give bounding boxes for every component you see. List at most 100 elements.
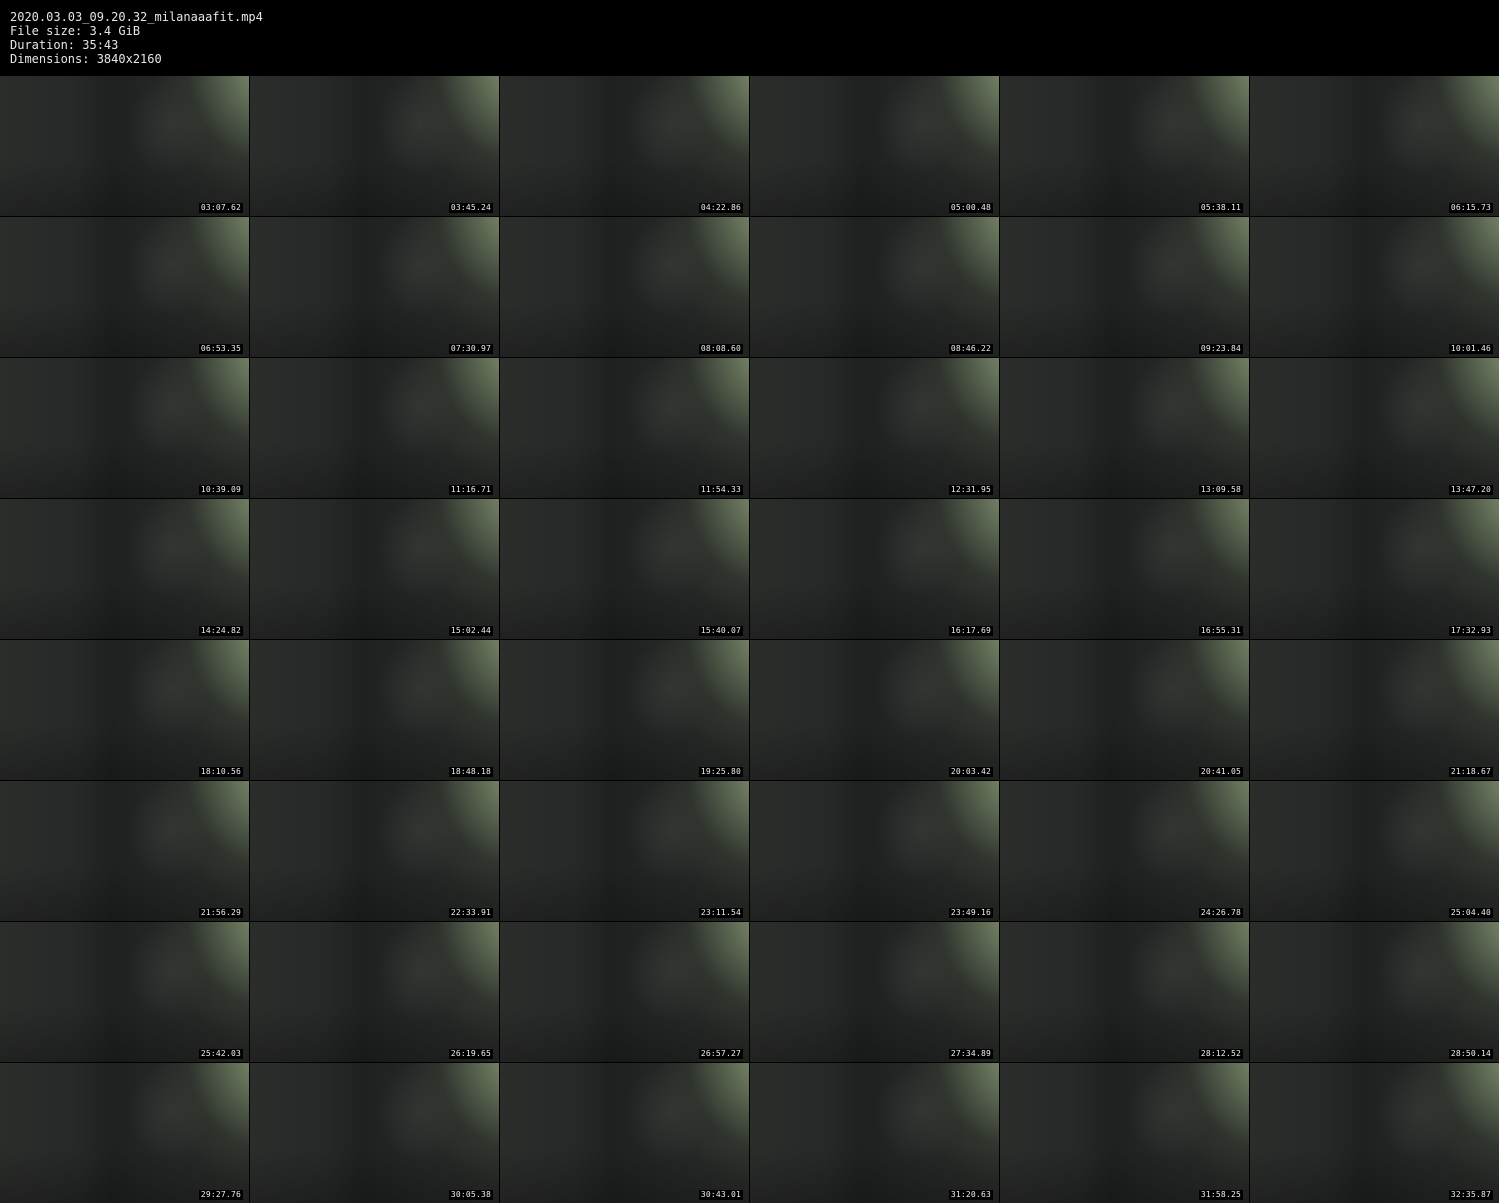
thumbnail: 24:26.78 <box>1000 781 1249 921</box>
thumbnail-timestamp: 24:26.78 <box>1198 908 1243 918</box>
thumbnail: 19:25.80 <box>500 640 749 780</box>
thumbnail-timestamp: 25:04.40 <box>1448 908 1493 918</box>
thumbnail-timestamp: 26:19.65 <box>448 1049 493 1059</box>
thumbnail-timestamp: 03:07.62 <box>198 203 243 213</box>
thumbnail: 06:15.73 <box>1250 76 1499 216</box>
thumbnail: 16:55.31 <box>1000 499 1249 639</box>
thumbnail: 12:31.95 <box>750 358 999 498</box>
thumbnail-timestamp: 05:38.11 <box>1198 203 1243 213</box>
thumbnail: 25:42.03 <box>0 922 249 1062</box>
file-name: 2020.03.03_09.20.32_milanaaafit.mp4 <box>10 10 263 24</box>
thumbnail: 26:57.27 <box>500 922 749 1062</box>
thumbnail-timestamp: 20:03.42 <box>948 767 993 777</box>
thumbnail: 07:30.97 <box>250 217 499 357</box>
thumbnail: 11:54.33 <box>500 358 749 498</box>
thumbnail: 28:12.52 <box>1000 922 1249 1062</box>
thumbnail: 03:07.62 <box>0 76 249 216</box>
thumbnail-timestamp: 27:34.89 <box>948 1049 993 1059</box>
thumbnail: 05:00.48 <box>750 76 999 216</box>
thumbnail-timestamp: 26:57.27 <box>698 1049 743 1059</box>
thumbnail-timestamp: 23:49.16 <box>948 908 993 918</box>
thumbnail: 14:24.82 <box>0 499 249 639</box>
thumbnail-timestamp: 10:01.46 <box>1448 344 1493 354</box>
thumbnail: 21:56.29 <box>0 781 249 921</box>
thumbnail-timestamp: 09:23.84 <box>1198 344 1243 354</box>
thumbnail-timestamp: 13:09.58 <box>1198 485 1243 495</box>
thumbnail-timestamp: 17:32.93 <box>1448 626 1493 636</box>
thumbnail-timestamp: 11:16.71 <box>448 485 493 495</box>
thumbnail-timestamp: 15:40.07 <box>698 626 743 636</box>
thumbnail-timestamp: 15:02.44 <box>448 626 493 636</box>
thumbnail-timestamp: 08:08.60 <box>698 344 743 354</box>
thumbnail: 31:58.25 <box>1000 1063 1249 1203</box>
thumbnail-grid: 03:07.62 03:45.24 04:22.86 05:00.48 05:38.11… <box>0 76 1499 1203</box>
thumbnail: 32:35.87 <box>1250 1063 1499 1203</box>
thumbnail-timestamp: 32:35.87 <box>1448 1190 1493 1200</box>
thumbnail: 21:18.67 <box>1250 640 1499 780</box>
thumbnail: 18:10.56 <box>0 640 249 780</box>
thumbnail-timestamp: 25:42.03 <box>198 1049 243 1059</box>
thumbnail-timestamp: 05:00.48 <box>948 203 993 213</box>
thumbnail-timestamp: 11:54.33 <box>698 485 743 495</box>
thumbnail-timestamp: 21:56.29 <box>198 908 243 918</box>
thumbnail-timestamp: 19:25.80 <box>698 767 743 777</box>
info-header: 2020.03.03_09.20.32_milanaaafit.mp4 File… <box>0 0 1499 75</box>
thumbnail-timestamp: 28:12.52 <box>1198 1049 1243 1059</box>
thumbnail: 30:05.38 <box>250 1063 499 1203</box>
thumbnail: 20:41.05 <box>1000 640 1249 780</box>
thumbnail: 30:43.01 <box>500 1063 749 1203</box>
thumbnail: 03:45.24 <box>250 76 499 216</box>
thumbnail-timestamp: 14:24.82 <box>198 626 243 636</box>
duration: Duration: 35:43 <box>10 38 119 52</box>
thumbnail: 26:19.65 <box>250 922 499 1062</box>
thumbnail: 11:16.71 <box>250 358 499 498</box>
thumbnail: 22:33.91 <box>250 781 499 921</box>
thumbnail: 10:39.09 <box>0 358 249 498</box>
thumbnail: 15:02.44 <box>250 499 499 639</box>
thumbnail-timestamp: 31:20.63 <box>948 1190 993 1200</box>
thumbnail: 16:17.69 <box>750 499 999 639</box>
thumbnail: 13:09.58 <box>1000 358 1249 498</box>
dimensions: Dimensions: 3840x2160 <box>10 52 162 66</box>
thumbnail-timestamp: 30:43.01 <box>698 1190 743 1200</box>
thumbnail: 05:38.11 <box>1000 76 1249 216</box>
thumbnail: 31:20.63 <box>750 1063 999 1203</box>
thumbnail-timestamp: 10:39.09 <box>198 485 243 495</box>
thumbnail-timestamp: 18:48.18 <box>448 767 493 777</box>
thumbnail-timestamp: 20:41.05 <box>1198 767 1243 777</box>
thumbnail: 18:48.18 <box>250 640 499 780</box>
thumbnail: 09:23.84 <box>1000 217 1249 357</box>
thumbnail: 28:50.14 <box>1250 922 1499 1062</box>
thumbnail: 10:01.46 <box>1250 217 1499 357</box>
thumbnail: 27:34.89 <box>750 922 999 1062</box>
thumbnail-timestamp: 07:30.97 <box>448 344 493 354</box>
thumbnail-timestamp: 16:17.69 <box>948 626 993 636</box>
thumbnail-timestamp: 13:47.20 <box>1448 485 1493 495</box>
thumbnail: 13:47.20 <box>1250 358 1499 498</box>
thumbnail: 20:03.42 <box>750 640 999 780</box>
thumbnail-timestamp: 04:22.86 <box>698 203 743 213</box>
thumbnail-timestamp: 28:50.14 <box>1448 1049 1493 1059</box>
thumbnail-timestamp: 12:31.95 <box>948 485 993 495</box>
thumbnail: 29:27.76 <box>0 1063 249 1203</box>
thumbnail: 15:40.07 <box>500 499 749 639</box>
file-size: File size: 3.4 GiB <box>10 24 141 38</box>
thumbnail: 08:08.60 <box>500 217 749 357</box>
thumbnail-timestamp: 18:10.56 <box>198 767 243 777</box>
thumbnail: 04:22.86 <box>500 76 749 216</box>
thumbnail: 08:46.22 <box>750 217 999 357</box>
thumbnail-timestamp: 03:45.24 <box>448 203 493 213</box>
thumbnail-timestamp: 21:18.67 <box>1448 767 1493 777</box>
thumbnail-timestamp: 30:05.38 <box>448 1190 493 1200</box>
thumbnail: 06:53.35 <box>0 217 249 357</box>
thumbnail: 17:32.93 <box>1250 499 1499 639</box>
thumbnail: 23:11.54 <box>500 781 749 921</box>
thumbnail-timestamp: 08:46.22 <box>948 344 993 354</box>
thumbnail-timestamp: 06:53.35 <box>198 344 243 354</box>
thumbnail-timestamp: 31:58.25 <box>1198 1190 1243 1200</box>
thumbnail-timestamp: 16:55.31 <box>1198 626 1243 636</box>
thumbnail-timestamp: 22:33.91 <box>448 908 493 918</box>
thumbnail-timestamp: 23:11.54 <box>698 908 743 918</box>
thumbnail: 25:04.40 <box>1250 781 1499 921</box>
thumbnail-timestamp: 29:27.76 <box>198 1190 243 1200</box>
